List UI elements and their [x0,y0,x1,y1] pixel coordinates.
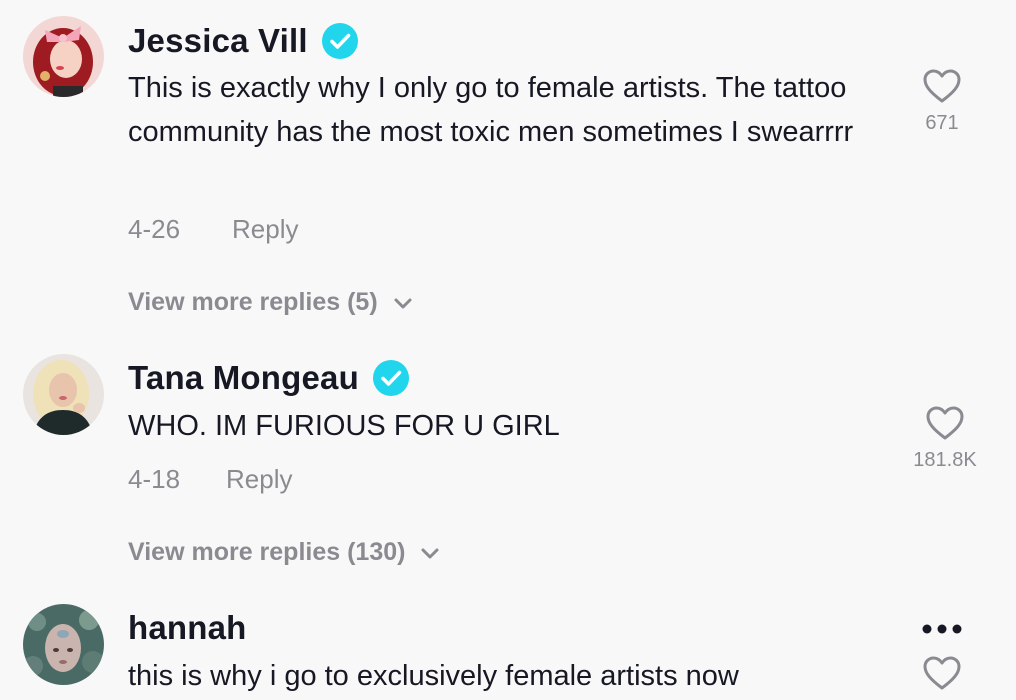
heart-outline-icon[interactable] [922,68,962,104]
comment-meta: 4-18 Reply [128,464,292,495]
comment-text: this is why i go to exclusively female a… [128,660,739,692]
comment-header: Jessica Vill [128,22,358,60]
chevron-down-icon [421,548,439,558]
heart-outline-icon[interactable] [925,405,965,441]
like-control: 181.8K [895,405,995,472]
avatar[interactable] [23,16,104,97]
username[interactable]: Tana Mongeau [128,359,359,397]
comment-date: 4-26 [128,214,181,244]
verified-icon [372,360,409,396]
view-more-replies-label: View more replies (130) [128,538,406,566]
comment-header: hannah [128,609,247,647]
like-control [892,655,992,691]
view-more-replies-button[interactable]: View more replies (5) [128,288,414,317]
like-count: 671 [925,112,959,134]
reply-button[interactable]: Reply [226,464,292,495]
like-count: 181.8K [913,449,977,471]
like-control: 671 [892,68,992,135]
username[interactable]: Jessica Vill [128,22,308,60]
ellipsis-icon[interactable] [920,623,964,635]
view-more-replies-button[interactable]: View more replies (130) [128,538,441,567]
reply-button[interactable]: Reply [232,214,298,245]
verified-icon [321,23,358,59]
chevron-down-icon [394,298,412,308]
view-more-replies-label: View more replies (5) [128,288,378,316]
comment-text: WHO. IM FURIOUS FOR U GIRL [128,410,560,442]
comment-header: Tana Mongeau [128,359,409,397]
username[interactable]: hannah [128,609,247,647]
heart-outline-icon[interactable] [922,655,962,691]
comments-list: Jessica Vill This is exactly why I only … [0,0,1016,700]
avatar[interactable] [23,604,104,685]
avatar[interactable] [23,354,104,435]
comment-date: 4-18 [128,464,181,494]
comment-text: This is exactly why I only go to female … [128,72,854,148]
comment-meta: 4-26 Reply [128,214,298,245]
